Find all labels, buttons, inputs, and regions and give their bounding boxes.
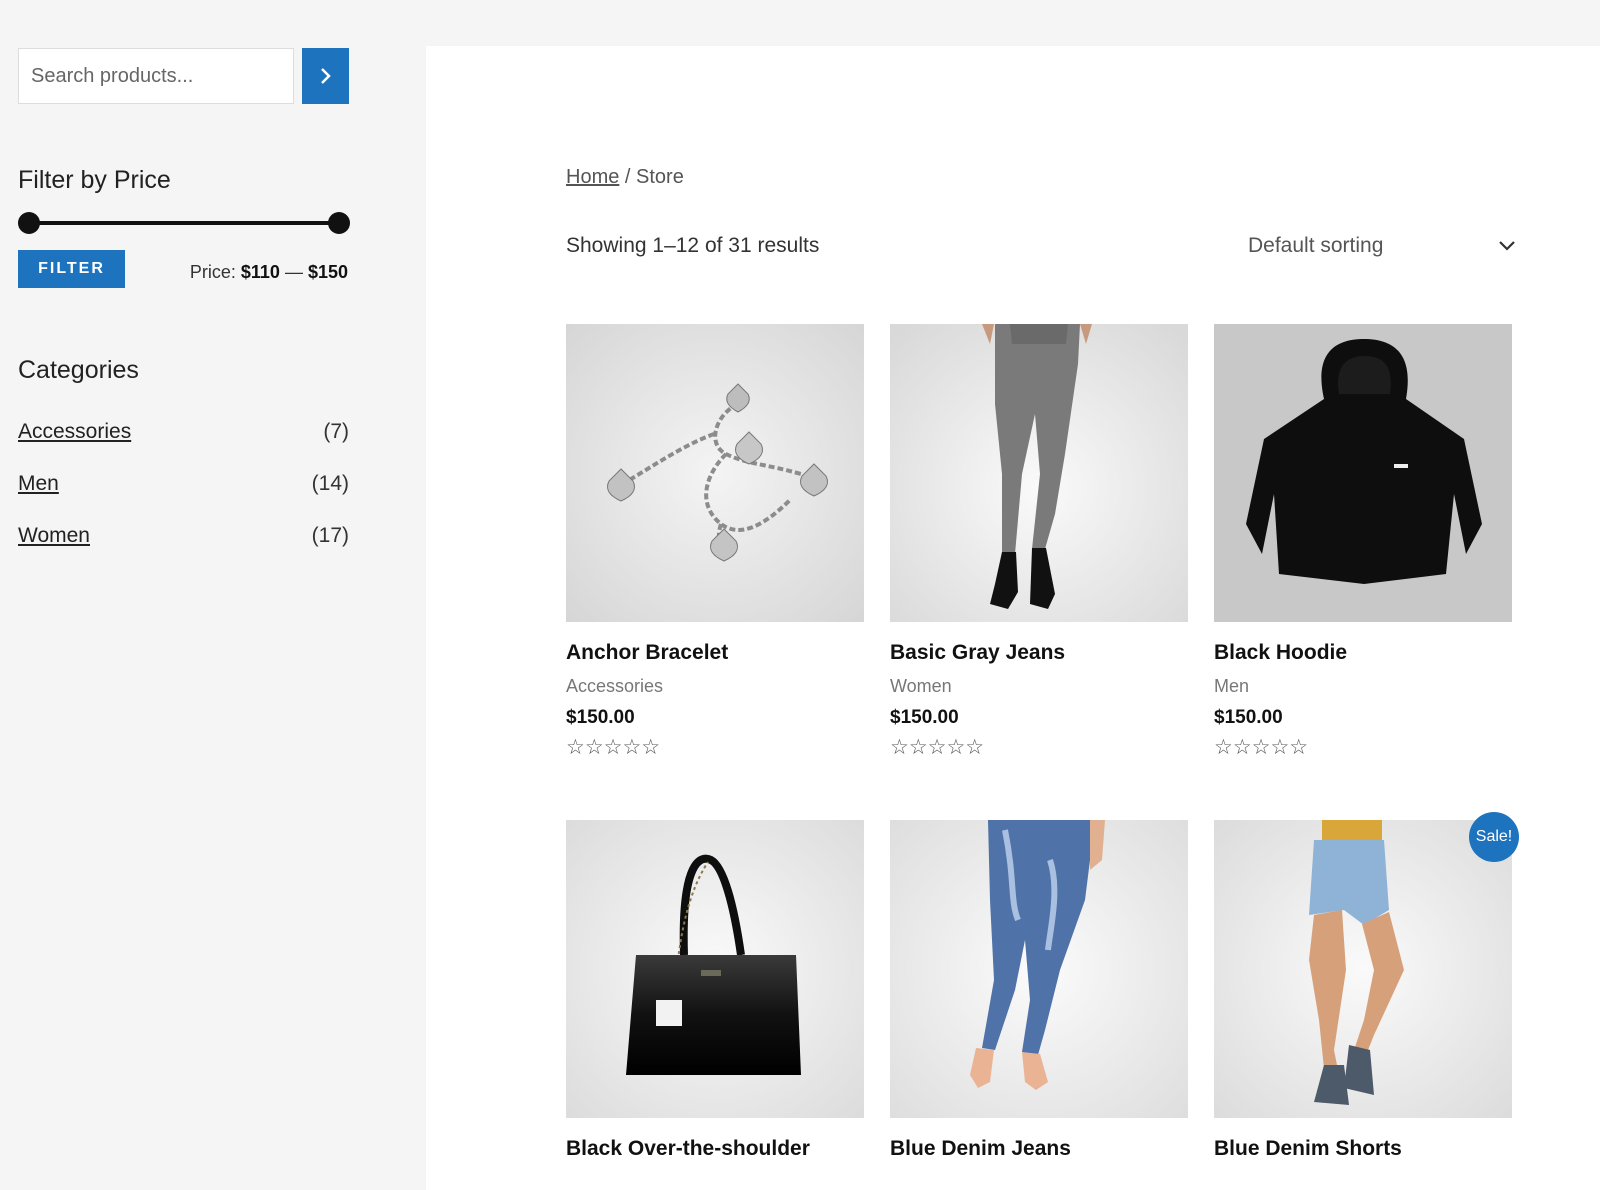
- search-input[interactable]: [18, 48, 294, 104]
- breadcrumb: Home / Store: [566, 166, 684, 189]
- product-image-anchor-bracelet[interactable]: [566, 324, 864, 622]
- category-count: (7): [323, 420, 349, 443]
- product-card: Basic Gray Jeans Women $150.00 ☆☆☆☆☆: [890, 324, 1188, 760]
- category-item: Men (14): [18, 472, 349, 524]
- result-count: Showing 1–12 of 31 results: [566, 234, 820, 257]
- category-link-accessories[interactable]: Accessories: [18, 420, 131, 472]
- main-content: Home / Store Showing 1–12 of 31 results …: [426, 46, 1600, 1190]
- product-title[interactable]: Black Hoodie: [1214, 640, 1512, 666]
- chevron-down-icon: [1499, 241, 1515, 251]
- price-slider-max-handle[interactable]: [328, 212, 350, 234]
- sorting-selected-value: Default sorting: [1248, 234, 1384, 257]
- product-category: Men: [1214, 676, 1250, 696]
- category-link-women[interactable]: Women: [18, 524, 90, 576]
- filter-button[interactable]: Filter: [18, 250, 125, 288]
- product-title[interactable]: Blue Denim Shorts: [1214, 1136, 1512, 1162]
- breadcrumb-current: Store: [636, 166, 684, 188]
- breadcrumb-home-link[interactable]: Home: [566, 166, 619, 188]
- price-slider-min-handle[interactable]: [18, 212, 40, 234]
- product-image-blue-denim-jeans[interactable]: [890, 820, 1188, 1118]
- sorting-select[interactable]: Default sorting: [1248, 224, 1516, 268]
- search-submit-button[interactable]: [302, 48, 349, 104]
- breadcrumb-separator: /: [619, 166, 637, 188]
- category-item: Women (17): [18, 524, 349, 576]
- product-category: Accessories: [566, 676, 664, 696]
- product-image-black-hoodie[interactable]: [1214, 324, 1512, 622]
- product-title[interactable]: Anchor Bracelet: [566, 640, 864, 666]
- category-count: (14): [311, 472, 349, 495]
- product-price: $150.00: [566, 707, 635, 728]
- product-card: Sale! Blue Denim Shorts: [1214, 812, 1519, 1162]
- sale-badge: Sale!: [1469, 812, 1519, 862]
- chevron-right-icon: [320, 68, 331, 84]
- product-image-blue-denim-shorts[interactable]: [1214, 820, 1512, 1118]
- categories-title: Categories: [18, 356, 139, 384]
- sidebar: Filter by Price Filter Price: $110 — $15…: [0, 0, 432, 1190]
- category-link-men[interactable]: Men: [18, 472, 59, 524]
- category-item: Accessories (7): [18, 420, 349, 472]
- star-rating: ☆☆☆☆☆: [1214, 736, 1309, 759]
- category-list: Accessories (7) Men (14) Women (17): [18, 420, 349, 576]
- product-title[interactable]: Basic Gray Jeans: [890, 640, 1188, 666]
- category-count: (17): [311, 524, 349, 547]
- product-price: $150.00: [1214, 707, 1283, 728]
- product-category: Women: [890, 676, 952, 696]
- product-card: Black Over-the-shoulder: [566, 820, 864, 1162]
- star-rating: ☆☆☆☆☆: [566, 736, 661, 759]
- product-title[interactable]: Blue Denim Jeans: [890, 1136, 1188, 1162]
- product-image-black-over-the-shoulder[interactable]: [566, 820, 864, 1118]
- product-price: $150.00: [890, 707, 959, 728]
- product-title[interactable]: Black Over-the-shoulder: [566, 1136, 864, 1162]
- product-card: Anchor Bracelet Accessories $150.00 ☆☆☆☆…: [566, 324, 864, 760]
- product-image-basic-gray-jeans[interactable]: [890, 324, 1188, 622]
- product-card: Blue Denim Jeans: [890, 820, 1188, 1162]
- filter-by-price-title: Filter by Price: [18, 166, 171, 194]
- price-range-label: Price: $110 — $150: [189, 262, 348, 282]
- star-rating: ☆☆☆☆☆: [890, 736, 985, 759]
- price-slider-track[interactable]: [28, 221, 339, 225]
- product-card: Black Hoodie Men $150.00 ☆☆☆☆☆: [1214, 324, 1512, 760]
